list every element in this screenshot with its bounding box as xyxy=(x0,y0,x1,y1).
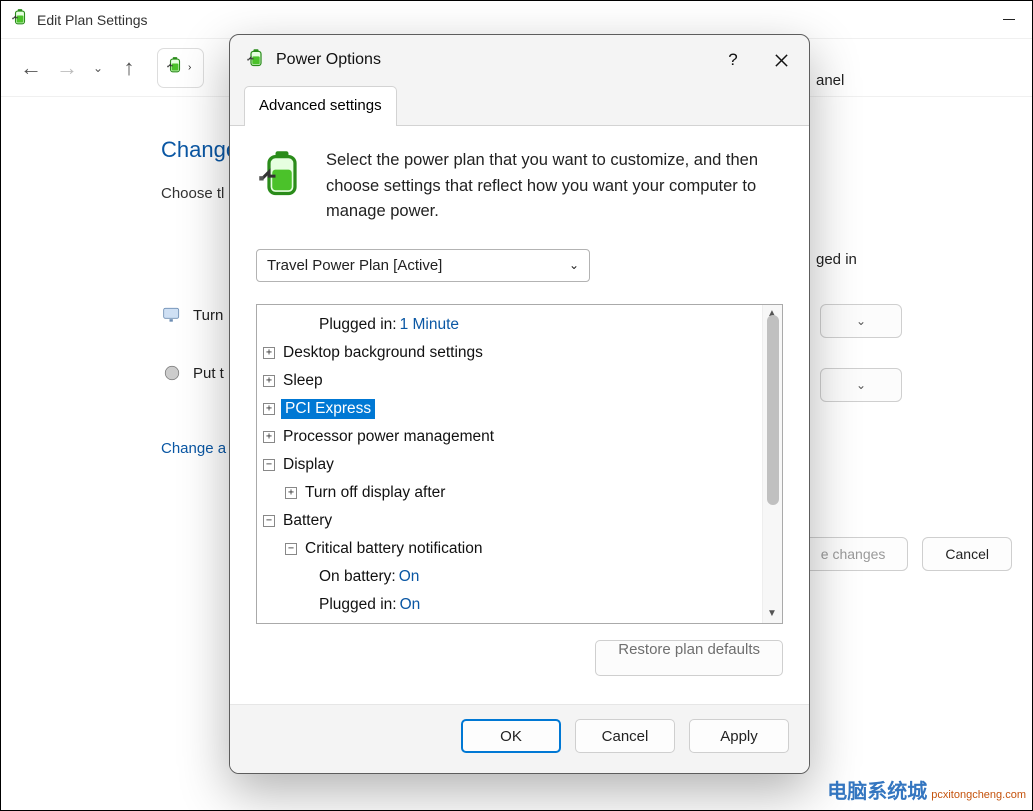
power-options-dialog: Power Options ? Advanced settings Select… xyxy=(229,34,810,774)
expand-icon[interactable]: + xyxy=(263,347,275,359)
power-large-icon xyxy=(256,148,308,225)
scroll-down-arrow[interactable]: ▼ xyxy=(765,607,779,621)
collapse-icon[interactable]: − xyxy=(263,459,275,471)
breadcrumb[interactable]: › xyxy=(157,48,204,88)
tree-leaf-key: Plugged in: xyxy=(319,596,397,614)
tree-node-pci-express[interactable]: PCI Express xyxy=(281,399,375,419)
expand-icon[interactable]: + xyxy=(285,487,297,499)
restore-defaults-button[interactable]: Restore plan defaults xyxy=(595,640,783,676)
power-breadcrumb-icon xyxy=(166,56,184,79)
nav-history-chevron[interactable]: ⌄ xyxy=(85,50,111,86)
tree-node-crit-battery[interactable]: Critical battery notification xyxy=(303,540,484,558)
collapse-icon[interactable]: − xyxy=(285,543,297,555)
chevron-down-icon: ⌄ xyxy=(856,378,866,392)
chevron-down-icon: ⌄ xyxy=(569,258,579,272)
expand-icon[interactable]: + xyxy=(263,431,275,443)
dialog-titlebar[interactable]: Power Options ? xyxy=(230,35,809,85)
tree-scrollbar[interactable]: ▲ ▼ xyxy=(762,305,782,623)
tab-advanced-settings[interactable]: Advanced settings xyxy=(244,86,397,126)
breadcrumb-tail: anel xyxy=(816,72,844,89)
dialog-title: Power Options xyxy=(276,51,381,69)
bg-dropdown-2[interactable]: ⌄ xyxy=(820,368,902,402)
dialog-footer: OK Cancel Apply xyxy=(230,704,809,773)
apply-button[interactable]: Apply xyxy=(689,719,789,753)
watermark: 电脑系统城 pcxitongcheng.com xyxy=(827,775,1026,804)
watermark-cn: 电脑系统城 xyxy=(827,775,927,804)
expand-icon[interactable]: + xyxy=(263,375,275,387)
plugged-in-header-partial: ged in xyxy=(816,251,857,268)
power-dialog-icon xyxy=(246,48,266,73)
tree-leaf-value[interactable]: On xyxy=(400,596,421,614)
change-advanced-link[interactable]: Change a xyxy=(161,440,226,457)
help-button[interactable]: ? xyxy=(709,36,757,84)
tree-leaf-value[interactable]: On xyxy=(399,568,420,586)
tree-leaf-value[interactable]: 1 Minute xyxy=(400,316,459,334)
monitor-icon xyxy=(161,304,183,326)
settings-tree[interactable]: Plugged in: 1 Minute + Desktop backgroun… xyxy=(256,304,783,624)
watermark-domain: pcxitongcheng.com xyxy=(931,789,1026,801)
cancel-button-bg[interactable]: Cancel xyxy=(922,537,1012,571)
tree-leaf-key: On battery: xyxy=(319,568,396,586)
power-plan-select[interactable]: Travel Power Plan [Active] ⌄ xyxy=(256,249,590,282)
bg-dropdown-1[interactable]: ⌄ xyxy=(820,304,902,338)
collapse-icon[interactable]: − xyxy=(263,515,275,527)
ok-button[interactable]: OK xyxy=(461,719,561,753)
nav-back-arrow[interactable]: ← xyxy=(13,50,49,86)
scroll-thumb[interactable] xyxy=(767,315,779,505)
chevron-down-icon: ⌄ xyxy=(856,314,866,328)
tree-node-turn-off-display[interactable]: Turn off display after xyxy=(303,484,447,502)
parent-title: Edit Plan Settings xyxy=(37,12,148,28)
intro-text: Select the power plan that you want to c… xyxy=(326,148,783,225)
minimize-button[interactable] xyxy=(986,1,1032,38)
power-app-icon xyxy=(11,8,29,31)
cancel-button[interactable]: Cancel xyxy=(575,719,675,753)
expand-icon[interactable]: + xyxy=(263,403,275,415)
tree-node-battery[interactable]: Battery xyxy=(281,512,334,530)
put-sleep-label: Put t xyxy=(193,365,224,382)
nav-up-arrow[interactable]: ↑ xyxy=(111,50,147,86)
sleep-icon xyxy=(161,362,183,384)
nav-forward-arrow[interactable]: → xyxy=(49,50,85,86)
chevron-right-icon: › xyxy=(188,62,191,73)
tree-leaf-key: Plugged in: xyxy=(319,316,397,334)
turn-off-label: Turn xyxy=(193,307,223,324)
tree-node-processor-pm[interactable]: Processor power management xyxy=(281,428,496,446)
power-plan-selected: Travel Power Plan [Active] xyxy=(267,257,442,274)
tree-node-display[interactable]: Display xyxy=(281,456,336,474)
close-button[interactable] xyxy=(757,36,805,84)
save-changes-button[interactable]: e changes xyxy=(798,537,909,571)
tree-node-desktop-bg[interactable]: Desktop background settings xyxy=(281,344,485,362)
tree-node-sleep[interactable]: Sleep xyxy=(281,372,325,390)
